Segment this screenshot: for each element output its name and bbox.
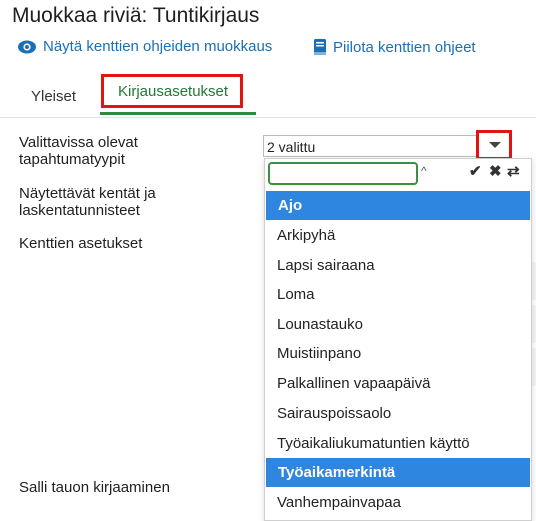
option-tyoaikamerkinta[interactable]: Työaikamerkintä: [266, 458, 530, 487]
hide-help-link[interactable]: Piilota kenttien ohjeet: [313, 38, 476, 56]
allow-break-label: Salli tauon kirjaaminen: [19, 479, 170, 496]
hide-help-label: Piilota kenttien ohjeet: [333, 38, 476, 56]
option-sairauspoissaolo[interactable]: Sairauspoissaolo: [265, 399, 531, 428]
option-arkipyha[interactable]: Arkipyhä: [265, 221, 531, 250]
clear-selection-icon[interactable]: ✖: [489, 162, 502, 180]
tab-divider: [0, 117, 536, 118]
caret-up-icon: ^: [421, 164, 427, 178]
event-types-dropdown-button[interactable]: [476, 130, 512, 160]
tab-kirjausasetukset[interactable]: Kirjausasetukset: [101, 74, 243, 108]
event-types-select[interactable]: 2 valittu: [263, 135, 512, 157]
eye-icon: [17, 39, 37, 55]
show-help-editing-label: Näytä kenttien ohjeiden muokkaus: [43, 38, 273, 55]
select-all-icon[interactable]: ✔: [469, 162, 482, 180]
field-settings-label: Kenttien asetukset: [19, 235, 143, 252]
tab-kirjausasetukset-label: Kirjausasetukset: [118, 83, 229, 100]
event-types-dropdown: ^ ✔ ✖ ⇄ Ajo Arkipyhä Lapsi sairaana Loma…: [264, 158, 532, 521]
active-tab-indicator: [100, 112, 256, 115]
option-palkallinen-vapaapaiva[interactable]: Palkallinen vapaapäivä: [265, 369, 531, 398]
book-icon: [313, 38, 327, 56]
option-ajo[interactable]: Ajo: [266, 191, 530, 220]
option-loma[interactable]: Loma: [265, 280, 531, 309]
option-muistiinpano[interactable]: Muistiinpano: [265, 339, 531, 368]
dropdown-search-input[interactable]: [268, 162, 418, 185]
event-types-value: 2 valittu: [267, 139, 316, 155]
invert-selection-icon[interactable]: ⇄: [507, 162, 520, 180]
page-title: Muokkaa riviä: Tuntikirjaus: [12, 4, 260, 27]
chevron-down-icon: [489, 142, 501, 148]
option-lounastauko[interactable]: Lounastauko: [265, 310, 531, 339]
option-tyoaikaliukumatuntien-kaytto[interactable]: Työaikaliukumatuntien käyttö: [265, 429, 531, 458]
fields-label: Näytettävät kentät ja laskentatunnisteet: [19, 185, 156, 219]
tab-bar: Yleiset Kirjausasetukset: [0, 74, 536, 116]
show-help-editing-link[interactable]: Näytä kenttien ohjeiden muokkaus: [17, 38, 272, 55]
tab-yleiset[interactable]: Yleiset: [31, 88, 76, 105]
option-vanhempainvapaa[interactable]: Vanhempainvapaa: [265, 488, 531, 517]
event-types-label: Valittavissa olevat tapahtumatyypit: [19, 134, 138, 168]
option-lapsi-sairaana[interactable]: Lapsi sairaana: [265, 251, 531, 280]
